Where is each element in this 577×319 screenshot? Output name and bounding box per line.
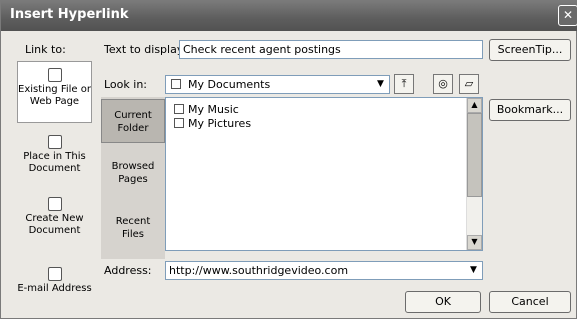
tab-label: Current xyxy=(114,110,152,121)
text-to-display-input[interactable]: Check recent agent postings xyxy=(179,40,483,59)
list-item[interactable]: My Music xyxy=(174,103,239,116)
ok-button[interactable]: OK xyxy=(405,291,481,313)
chevron-down-icon[interactable]: ▼ xyxy=(466,263,481,279)
link-existing-file-or-web-page[interactable]: Existing File or Web Page xyxy=(17,61,92,123)
title-bar: Insert Hyperlink ✕ xyxy=(1,1,577,31)
link-item-label: Web Page xyxy=(29,96,80,107)
dialog-title: Insert Hyperlink xyxy=(10,7,129,22)
link-to-label: Link to: xyxy=(25,43,66,56)
link-email-address[interactable]: E-mail Address xyxy=(17,267,92,305)
tab-recent-files[interactable]: Recent Files xyxy=(101,215,165,249)
vertical-scrollbar[interactable]: ▲ ▼ xyxy=(466,98,482,250)
file-list[interactable]: My Music My Pictures ▲ ▼ xyxy=(165,97,483,251)
music-folder-icon xyxy=(174,104,184,114)
browse-file-icon[interactable]: ▱ xyxy=(459,74,479,94)
chevron-down-icon[interactable]: ▼ xyxy=(373,77,388,93)
web-page-icon xyxy=(47,68,62,82)
tab-current-folder[interactable]: Current Folder xyxy=(101,99,165,143)
scroll-thumb[interactable] xyxy=(467,113,482,197)
tab-browsed-pages[interactable]: Browsed Pages xyxy=(101,160,165,194)
link-item-label: Place in This xyxy=(23,151,86,162)
browse-tabs: Current Folder Browsed Pages Recent File… xyxy=(101,97,165,259)
email-icon xyxy=(47,267,62,281)
link-item-label: E-mail Address xyxy=(17,283,92,294)
scroll-up-icon[interactable]: ▲ xyxy=(467,98,482,113)
bookmark-button[interactable]: Bookmark... xyxy=(489,99,571,121)
cancel-button[interactable]: Cancel xyxy=(489,291,571,313)
address-value: http://www.southridgevideo.com xyxy=(169,264,349,277)
file-name: My Pictures xyxy=(188,117,252,130)
link-item-label: Document xyxy=(28,225,81,236)
look-in-select[interactable]: My Documents ▼ xyxy=(165,75,390,94)
link-to-bar: Existing File or Web Page Place in This … xyxy=(17,61,92,307)
up-folder-icon[interactable]: ⤒ xyxy=(394,74,414,94)
list-item[interactable]: My Pictures xyxy=(174,117,251,130)
tab-label: Recent xyxy=(115,216,151,227)
link-item-label: Existing File or xyxy=(18,84,91,95)
address-label: Address: xyxy=(104,264,152,277)
new-document-icon xyxy=(47,197,62,211)
tab-label: Pages xyxy=(118,174,148,185)
close-button[interactable]: ✕ xyxy=(558,5,577,26)
document-place-icon xyxy=(47,135,62,149)
tab-label: Browsed xyxy=(111,161,155,172)
look-in-label: Look in: xyxy=(104,78,147,91)
insert-hyperlink-dialog: Insert Hyperlink ✕ Link to: Existing Fil… xyxy=(0,0,577,319)
look-in-value: My Documents xyxy=(188,78,271,91)
tab-label: Files xyxy=(122,229,144,240)
folder-icon xyxy=(171,79,181,89)
link-create-new-document[interactable]: Create New Document xyxy=(17,197,92,247)
scroll-down-icon[interactable]: ▼ xyxy=(467,235,482,250)
link-item-label: Document xyxy=(28,163,81,174)
link-place-in-this-document[interactable]: Place in This Document xyxy=(17,135,92,185)
file-name: My Music xyxy=(188,103,239,116)
link-item-label: Create New xyxy=(25,213,84,224)
address-input[interactable]: http://www.southridgevideo.com ▼ xyxy=(165,261,483,280)
screentip-button[interactable]: ScreenTip... xyxy=(489,39,571,61)
text-to-display-label: Text to display: xyxy=(104,43,187,56)
tab-label: Folder xyxy=(117,123,149,134)
pictures-folder-icon xyxy=(174,118,184,128)
browse-web-icon[interactable]: ◎ xyxy=(433,74,453,94)
